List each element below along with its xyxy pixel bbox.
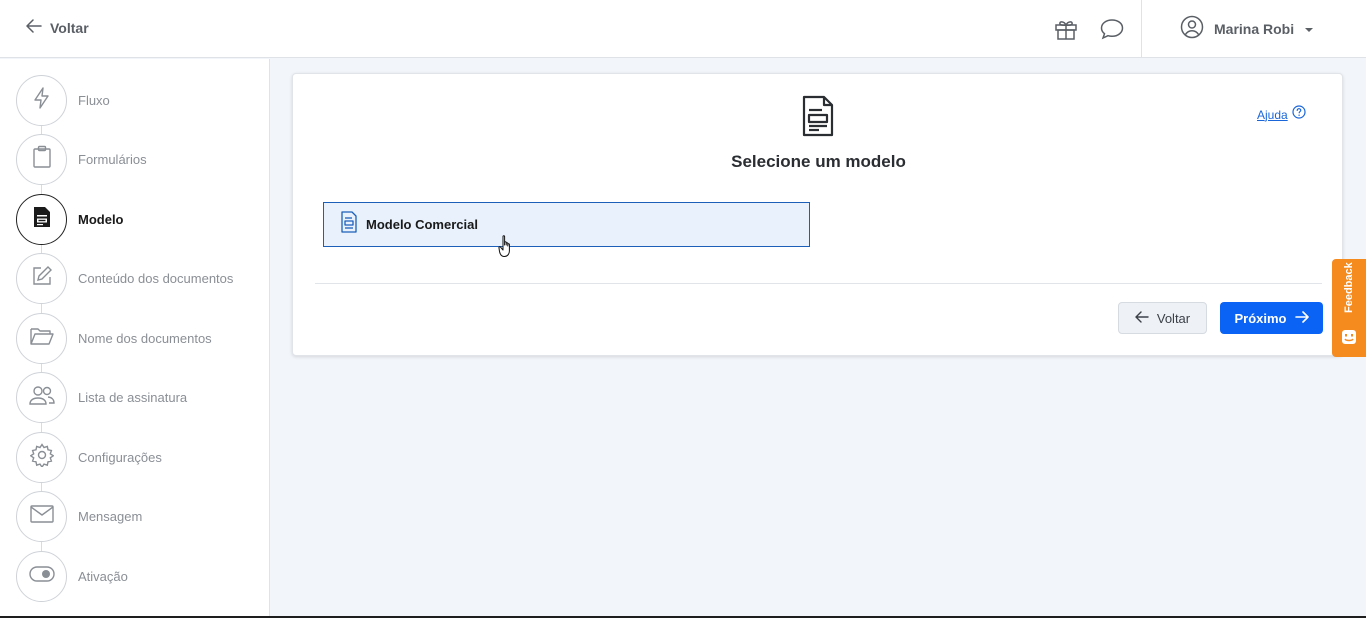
step-circle bbox=[16, 193, 67, 245]
top-bar: Voltar Marina Robi bbox=[0, 0, 1366, 58]
back-link-label: Voltar bbox=[50, 19, 89, 36]
document-template-icon bbox=[801, 95, 835, 142]
step-label: Lista de assinatura bbox=[78, 389, 188, 405]
hand-cursor-icon bbox=[498, 234, 514, 263]
user-name: Marina Robi bbox=[1214, 21, 1295, 37]
step-ativacao[interactable]: Ativação bbox=[16, 550, 266, 602]
document-icon bbox=[341, 211, 357, 238]
step-label: Modelo bbox=[78, 211, 124, 227]
step-circle bbox=[16, 312, 67, 364]
step-label: Conteúdo dos documentos bbox=[78, 270, 234, 286]
step-fluxo[interactable]: Fluxo bbox=[16, 74, 266, 126]
step-circle bbox=[16, 550, 67, 602]
divider bbox=[315, 283, 1322, 284]
step-label: Formulários bbox=[78, 151, 147, 167]
step-circle bbox=[16, 371, 67, 423]
envelope-icon bbox=[29, 504, 54, 528]
feedback-label: Feedback bbox=[1343, 262, 1355, 313]
question-circle-icon bbox=[1292, 105, 1306, 124]
step-label: Nome dos documentos bbox=[78, 330, 212, 346]
gift-icon[interactable] bbox=[1053, 16, 1079, 42]
step-label: Configurações bbox=[78, 449, 162, 465]
step-label: Mensagem bbox=[78, 508, 143, 524]
lightning-icon bbox=[32, 86, 52, 114]
next-button[interactable]: Próximo bbox=[1220, 302, 1323, 334]
page-title: Selecione um modelo bbox=[731, 152, 906, 171]
step-modelo[interactable]: Modelo bbox=[16, 193, 266, 245]
next-button-label: Próximo bbox=[1234, 310, 1287, 326]
back-link[interactable]: Voltar bbox=[26, 19, 89, 36]
step-circle bbox=[16, 133, 67, 185]
clipboard-icon bbox=[32, 145, 52, 174]
gear-icon bbox=[28, 442, 55, 472]
help-link[interactable]: Ajuda bbox=[1257, 105, 1306, 124]
step-label: Fluxo bbox=[78, 92, 110, 108]
step-circle bbox=[16, 74, 67, 126]
step-lista-assinatura[interactable]: Lista de assinatura bbox=[16, 371, 266, 423]
model-option-comercial[interactable]: Modelo Comercial bbox=[323, 202, 810, 247]
back-button[interactable]: Voltar bbox=[1118, 302, 1207, 334]
folder-icon bbox=[29, 326, 54, 351]
arrow-right-icon bbox=[1294, 310, 1309, 326]
chat-icon[interactable] bbox=[1099, 16, 1125, 42]
users-icon bbox=[28, 385, 55, 410]
arrow-left-icon bbox=[1135, 310, 1149, 326]
document-icon bbox=[33, 206, 51, 233]
toggle-icon bbox=[28, 565, 55, 587]
help-label: Ajuda bbox=[1257, 107, 1288, 122]
step-mensagem[interactable]: Mensagem bbox=[16, 490, 266, 542]
feedback-tab[interactable]: Feedback bbox=[1332, 259, 1366, 357]
caret-down-icon bbox=[1304, 20, 1314, 38]
step-circle bbox=[16, 252, 67, 304]
step-circle bbox=[16, 431, 67, 483]
model-option-label: Modelo Comercial bbox=[366, 217, 478, 232]
step-nome-documentos[interactable]: Nome dos documentos bbox=[16, 312, 266, 364]
back-button-label: Voltar bbox=[1156, 310, 1191, 326]
edit-icon bbox=[31, 265, 53, 292]
arrow-left-icon bbox=[26, 19, 42, 36]
step-formularios[interactable]: Formulários bbox=[16, 133, 266, 185]
step-configuracoes[interactable]: Configurações bbox=[16, 431, 266, 483]
steps-sidebar: Fluxo Formulários Modelo Conteúdo dos do… bbox=[0, 59, 270, 618]
smiley-icon bbox=[1341, 329, 1357, 350]
user-menu[interactable]: Marina Robi bbox=[1141, 0, 1366, 58]
step-circle bbox=[16, 490, 67, 542]
step-label: Ativação bbox=[78, 568, 128, 584]
model-selection-card: Selecione um modelo Ajuda Modelo Comerci… bbox=[292, 73, 1343, 356]
step-conteudo-documentos[interactable]: Conteúdo dos documentos bbox=[16, 252, 266, 304]
user-avatar-icon bbox=[1180, 15, 1204, 44]
